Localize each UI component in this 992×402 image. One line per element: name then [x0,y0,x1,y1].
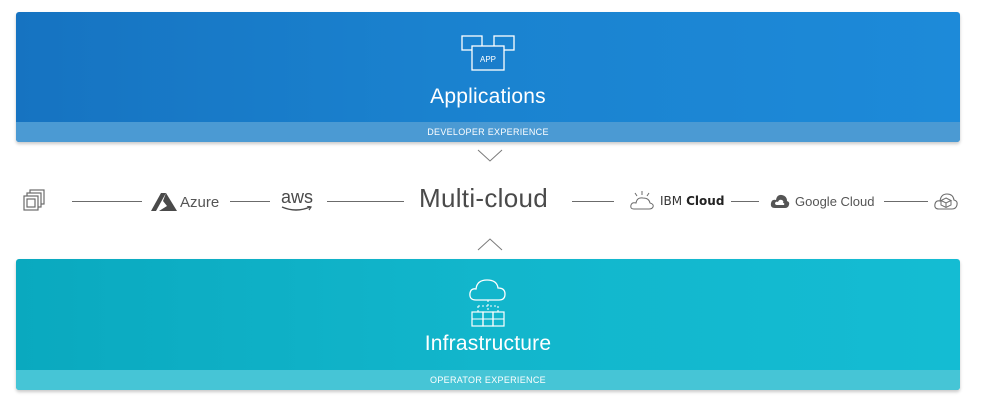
aws-label: aws [281,187,314,207]
ibm-cloud-label: Cloud [686,194,725,208]
connector-line [230,201,270,202]
infrastructure-panel: Infrastructure OPERATOR EXPERIENCE [16,259,960,390]
connector-line [731,201,759,202]
chevron-down-icon [477,149,503,162]
connector-line [572,201,614,202]
app-icon-label: APP [480,55,496,64]
connector-line [884,201,928,202]
applications-panel: APP Applications DEVELOPER EXPERIENCE [16,12,960,142]
connector-line [327,201,404,202]
connector-line [72,201,142,202]
vmware-stack-icon [23,189,45,211]
multi-cloud-label: Multi-cloud [419,183,549,213]
ibm-cloud-icon [630,191,654,210]
ibm-cloud-logo: IBM Cloud [630,190,724,212]
cloud-infrastructure-icon [469,279,506,327]
chevron-up-icon [477,238,503,251]
applications-title: Applications [430,85,546,108]
google-cloud-icon [770,194,790,208]
app-windows-icon: APP [461,35,515,71]
google-cloud-label: Google Cloud [795,193,875,209]
google-cloud-logo: Google Cloud [770,192,875,210]
aws-smile-icon [281,206,312,211]
developer-experience-label: DEVELOPER EXPERIENCE [16,122,960,142]
cube-cloud-icon [934,193,958,210]
ibm-label: IBM [660,194,683,208]
azure-logo: Azure [151,192,219,212]
azure-icon [151,193,177,211]
aws-logo: aws [281,188,313,212]
infrastructure-title: Infrastructure [424,332,552,355]
azure-label: Azure [180,193,220,211]
operator-experience-label: OPERATOR EXPERIENCE [16,370,960,390]
